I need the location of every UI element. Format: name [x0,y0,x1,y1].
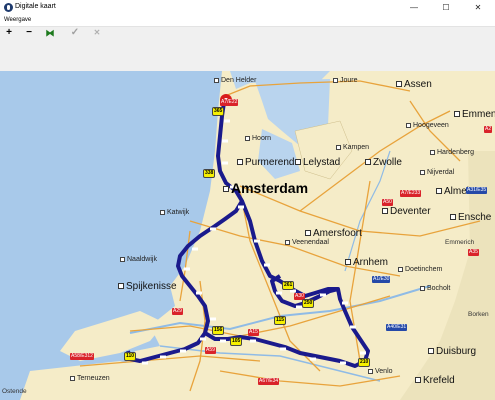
town-hoogeveen: Hoogeveen [406,122,449,130]
minimize-button[interactable]: — [398,0,430,16]
city-amsterdam: Amsterdam [223,180,308,196]
shield-a7-e22: A7/E22 [220,99,239,106]
fit-route-button[interactable]: ⧓ [43,27,57,39]
city-lelystad: Lelystad [295,157,340,168]
app-icon [4,3,13,12]
shield-a40-e31: A40/E31 [386,324,408,331]
shield-a58-e312: A58/E312 [70,353,94,360]
city-arnhem: Arnhem [345,257,388,268]
route-marker[interactable]: 250 [302,299,315,308]
town-joure: Joure [333,77,358,85]
town-bocholt: Bocholt [420,285,450,293]
city-purmerend: Purmerend [237,157,294,168]
map-view[interactable]: Amsterdam Purmerend Lelystad Zwolle Deve… [0,71,495,400]
shield-a2: A2 [484,126,493,133]
map-canvas[interactable] [0,71,495,400]
city-deventer: Deventer [382,206,431,217]
route-marker[interactable]: 110 [124,352,137,361]
town-naaldwijk: Naaldwijk [120,256,157,264]
shield-a7-e233: A7/E233 [400,190,422,197]
town-doetinchem: Doetinchem [398,266,442,274]
route-marker[interactable]: 115 [274,316,287,325]
city-krefeld: Krefeld [415,375,455,386]
title-bar: Digitale kaart — ☐ ✕ [0,0,495,16]
cancel-button[interactable]: ✕ [90,27,104,39]
town-hardenberg: Hardenberg [430,149,474,157]
town-borken: Borken [468,311,489,318]
route-marker[interactable]: 156 [212,326,225,335]
confirm-button[interactable]: ✓ [68,27,82,39]
shield-a1-e30: A1/E30 [372,276,391,283]
town-emmerich: Emmerich [445,239,475,246]
town-katwijk: Katwijk [160,209,189,217]
maximize-button[interactable]: ☐ [430,0,462,16]
zoom-out-button[interactable]: − [22,27,36,39]
route-marker[interactable]: 261 [282,281,295,290]
town-nijverdal: Nijverdal [420,169,454,177]
town-venlo: Venlo [368,368,393,376]
city-assen: Assen [396,79,432,90]
town-oostende: Ostende [2,388,27,395]
toolbar: + − ⧓ ✓ ✕ [0,26,495,72]
town-den-helder: Den Helder [214,77,256,85]
close-button[interactable]: ✕ [462,0,494,16]
town-veenendaal: Veenendaal [285,239,329,247]
city-emmen: Emmen [454,109,495,120]
window-title: Digitale kaart [15,3,56,10]
city-enschede: Ensche [450,212,491,223]
route-marker[interactable]: 210 [358,358,371,367]
city-duisburg: Duisburg [428,346,476,357]
shield-a35: A35 [468,249,479,256]
shield-a31-e35: A31/E35 [466,187,488,194]
shield-a15: A15 [248,329,259,336]
shield-a67-e34: A67/E34 [258,378,280,385]
town-kampen: Kampen [336,144,369,152]
city-zwolle: Zwolle [365,157,402,168]
city-spijkenisse: Spijkenisse [118,281,177,292]
town-terneuzen: Terneuzen [70,375,110,383]
shield-a59: A59 [205,347,216,354]
menu-weergave[interactable]: Weergave [4,17,31,23]
city-amersfoort: Amersfoort [305,228,362,239]
route-marker[interactable]: 105 [230,337,243,346]
zoom-in-button[interactable]: + [2,27,16,39]
shield-a29: A29 [172,308,183,315]
menu-bar: Weergave [0,16,495,26]
route-marker[interactable]: 365 [212,107,225,116]
route-marker[interactable]: 338 [203,169,216,178]
town-hoorn: Hoorn [245,135,271,143]
shield-a50: A50 [382,199,393,206]
